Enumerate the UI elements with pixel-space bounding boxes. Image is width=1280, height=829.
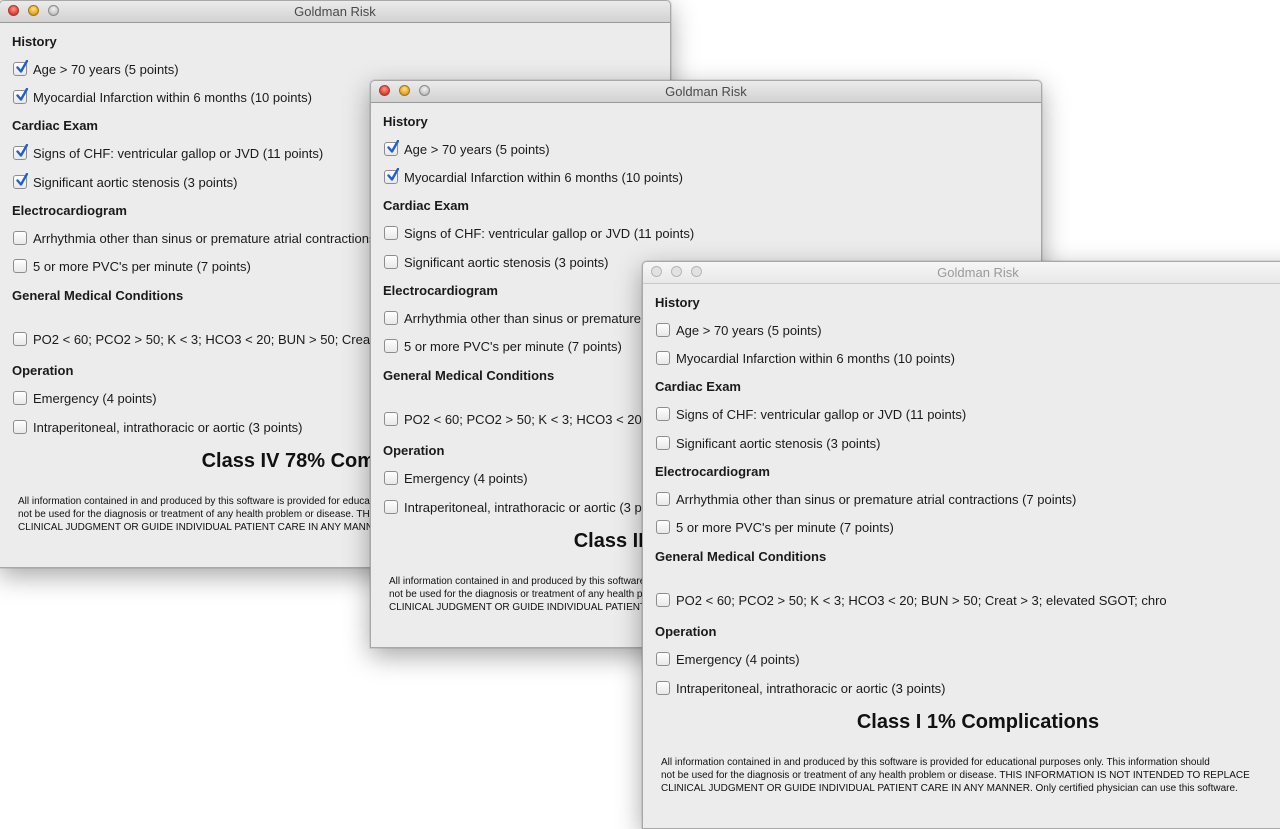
label-age: Age > 70 years (5 points) xyxy=(404,142,550,157)
checkbox-mi[interactable] xyxy=(656,351,670,365)
label-pvc: 5 or more PVC's per minute (7 points) xyxy=(404,339,622,354)
section-cardiac: Cardiac Exam xyxy=(12,118,98,133)
section-ecg: Electrocardiogram xyxy=(383,283,498,298)
section-operation: Operation xyxy=(383,443,445,458)
disclaimer-line-3: CLINICAL JUDGMENT OR GUIDE INDIVIDUAL PA… xyxy=(661,783,1238,794)
checkmark-icon xyxy=(16,88,28,101)
label-emergency: Emergency (4 points) xyxy=(676,652,800,667)
label-pvc: 5 or more PVC's per minute (7 points) xyxy=(33,259,251,274)
label-pvc: 5 or more PVC's per minute (7 points) xyxy=(676,520,894,535)
checkbox-aortic[interactable] xyxy=(384,255,398,269)
label-chf: Signs of CHF: ventricular gallop or JVD … xyxy=(676,407,967,422)
section-ecg: Electrocardiogram xyxy=(655,464,770,479)
section-general: General Medical Conditions xyxy=(655,549,827,564)
checkbox-labs[interactable] xyxy=(384,412,398,426)
checkbox-intraperitoneal[interactable] xyxy=(384,500,398,514)
checkbox-aortic[interactable] xyxy=(656,436,670,450)
checkbox-arrhythmia[interactable] xyxy=(656,492,670,506)
checkbox-emergency[interactable] xyxy=(13,391,27,405)
label-arrhythmia: Arrhythmia other than sinus or premature… xyxy=(676,492,1077,507)
checkmark-icon xyxy=(16,60,28,73)
label-emergency: Emergency (4 points) xyxy=(404,471,528,486)
checkbox-arrhythmia[interactable] xyxy=(384,311,398,325)
title-bar[interactable]: Goldman Risk xyxy=(0,1,670,23)
checkbox-mi[interactable] xyxy=(13,88,28,104)
checkbox-emergency[interactable] xyxy=(656,652,670,666)
label-mi: Myocardial Infarction within 6 months (1… xyxy=(676,351,955,366)
label-aortic: Significant aortic stenosis (3 points) xyxy=(33,175,238,190)
checkbox-mi[interactable] xyxy=(384,168,399,184)
window-title: Goldman Risk xyxy=(665,84,747,99)
checkmark-icon xyxy=(16,144,28,157)
section-general: General Medical Conditions xyxy=(12,288,184,303)
window-title: Goldman Risk xyxy=(937,265,1019,280)
checkbox-age[interactable] xyxy=(384,140,399,156)
checkbox-pvc[interactable] xyxy=(13,259,27,273)
section-operation: Operation xyxy=(12,363,74,378)
label-aortic: Significant aortic stenosis (3 points) xyxy=(676,436,881,451)
label-chf: Signs of CHF: ventricular gallop or JVD … xyxy=(404,226,695,241)
section-history: History xyxy=(12,34,57,49)
label-emergency: Emergency (4 points) xyxy=(33,391,157,406)
section-general: General Medical Conditions xyxy=(383,368,555,383)
window-title: Goldman Risk xyxy=(294,4,376,19)
checkbox-age[interactable] xyxy=(13,60,28,76)
checkbox-labs[interactable] xyxy=(656,593,670,607)
title-bar[interactable]: Goldman Risk xyxy=(643,262,1280,284)
checkbox-pvc[interactable] xyxy=(384,339,398,353)
checkbox-arrhythmia[interactable] xyxy=(13,231,27,245)
label-age: Age > 70 years (5 points) xyxy=(33,62,179,77)
checkbox-labs[interactable] xyxy=(13,332,27,346)
checkbox-intraperitoneal[interactable] xyxy=(656,681,670,695)
label-intraperitoneal: Intraperitoneal, intrathoracic or aortic… xyxy=(676,681,946,696)
content: History Age > 70 years (5 points) Myocar… xyxy=(643,284,1280,828)
label-mi: Myocardial Infarction within 6 months (1… xyxy=(404,170,683,185)
section-cardiac: Cardiac Exam xyxy=(383,198,469,213)
checkmark-icon xyxy=(16,173,28,186)
section-history: History xyxy=(655,295,700,310)
checkbox-pvc[interactable] xyxy=(656,520,670,534)
risk-result: Class I 1% Complications xyxy=(856,711,1100,733)
checkbox-emergency[interactable] xyxy=(384,471,398,485)
section-ecg: Electrocardiogram xyxy=(12,203,127,218)
label-chf: Signs of CHF: ventricular gallop or JVD … xyxy=(33,146,324,161)
section-operation: Operation xyxy=(655,624,717,639)
label-mi: Myocardial Infarction within 6 months (1… xyxy=(33,90,312,105)
label-age: Age > 70 years (5 points) xyxy=(676,323,822,338)
checkbox-chf[interactable] xyxy=(384,226,398,240)
section-cardiac: Cardiac Exam xyxy=(655,379,741,394)
checkmark-icon xyxy=(387,168,399,181)
disclaimer-line-1: All information contained in and produce… xyxy=(661,757,1210,768)
label-intraperitoneal: Intraperitoneal, intrathoracic or aortic… xyxy=(33,420,303,435)
checkmark-icon xyxy=(387,140,399,153)
checkbox-chf[interactable] xyxy=(13,144,28,160)
checkbox-aortic[interactable] xyxy=(13,173,28,189)
checkbox-chf[interactable] xyxy=(656,407,670,421)
label-labs: PO2 < 60; PCO2 > 50; K < 3; HCO3 < 20; B… xyxy=(676,593,1167,608)
disclaimer-line-2: not be used for the diagnosis or treatme… xyxy=(661,770,1250,781)
title-bar[interactable]: Goldman Risk xyxy=(371,81,1041,103)
goldman-window-3: Goldman Risk History Age > 70 years (5 p… xyxy=(642,261,1280,829)
checkbox-age[interactable] xyxy=(656,323,670,337)
section-history: History xyxy=(383,114,428,129)
label-intraperitoneal: Intraperitoneal, intrathoracic or aortic… xyxy=(404,500,674,515)
label-aortic: Significant aortic stenosis (3 points) xyxy=(404,255,609,270)
checkbox-intraperitoneal[interactable] xyxy=(13,420,27,434)
